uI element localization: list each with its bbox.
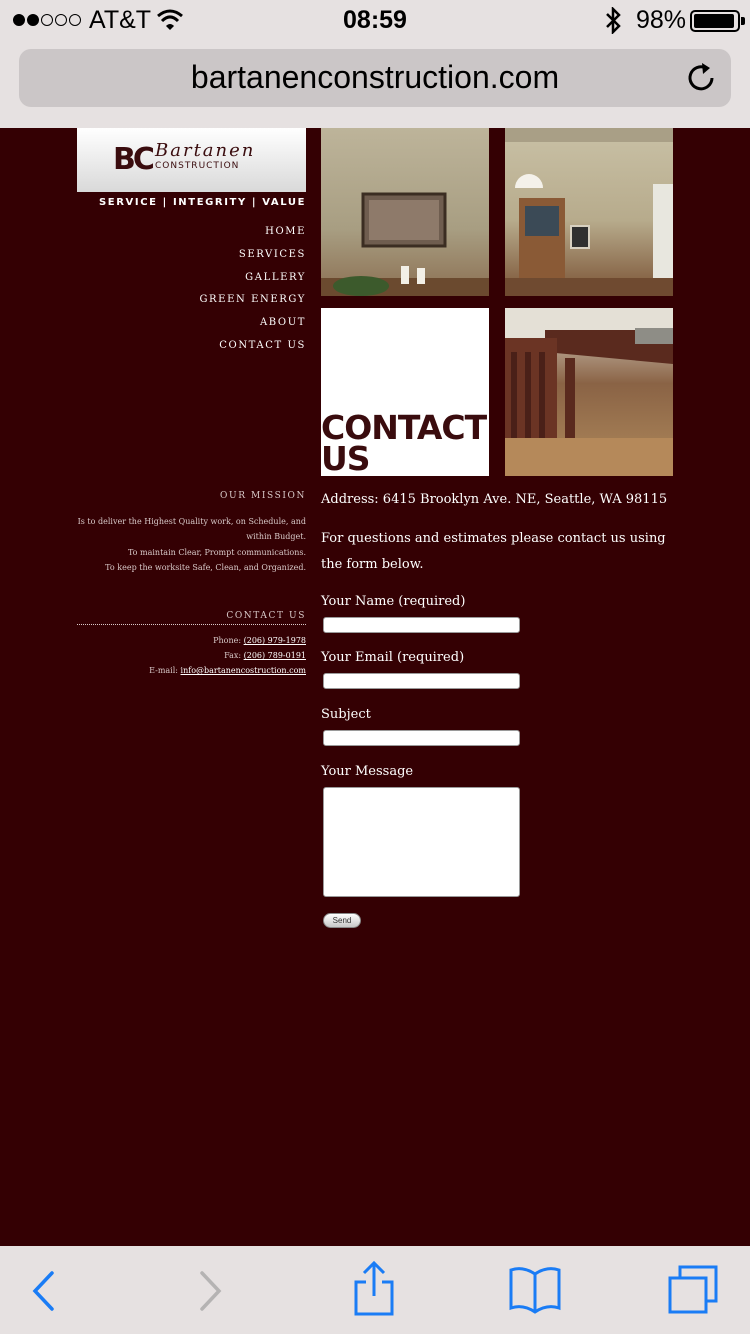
battery-icon xyxy=(690,10,740,32)
share-icon[interactable] xyxy=(352,1260,396,1318)
status-bar: AT&T 08:59 98% xyxy=(0,0,750,40)
photo-kitchen xyxy=(505,128,673,296)
photo-living-room xyxy=(321,128,489,296)
battery-tip xyxy=(741,17,745,25)
mission-text: Is to deliver the Highest Quality work, … xyxy=(77,514,306,575)
phone-label: Phone: xyxy=(213,636,242,645)
contact-us-tile: CONTACT US xyxy=(321,308,489,476)
address-bar[interactable]: bartanenconstruction.com xyxy=(19,49,731,107)
logo-initials: BC xyxy=(113,142,155,177)
contact-tile-heading: CONTACT US xyxy=(321,411,487,478)
name-field[interactable] xyxy=(323,617,520,633)
forward-icon[interactable] xyxy=(198,1270,224,1312)
contact-tile-line2: US xyxy=(321,439,371,478)
reload-icon[interactable] xyxy=(685,61,719,95)
send-button[interactable]: Send xyxy=(323,913,361,928)
mission-line: To keep the worksite Safe, Clean, and Or… xyxy=(105,562,306,572)
nav-about[interactable]: ABOUT xyxy=(77,317,306,340)
subject-field[interactable] xyxy=(323,730,520,746)
email-link[interactable]: info@bartanencostruction.com xyxy=(181,666,306,675)
site-logo[interactable]: BC Bartanen CONSTRUCTION xyxy=(77,128,306,192)
photo-dining-room xyxy=(505,308,673,476)
nav-home[interactable]: HOME xyxy=(77,226,306,249)
message-label: Your Message xyxy=(321,764,414,779)
contact-info: Phone: (206) 979-1978 Fax: (206) 789-019… xyxy=(77,633,306,678)
back-icon[interactable] xyxy=(30,1270,56,1312)
intro-text: For questions and estimates please conta… xyxy=(321,531,666,572)
phone-link[interactable]: (206) 979-1978 xyxy=(244,636,306,645)
mission-line: within Budget. xyxy=(246,532,306,542)
message-field[interactable] xyxy=(323,787,520,897)
mission-heading: OUR MISSION xyxy=(220,491,306,501)
logo-script-name: Bartanen xyxy=(155,140,256,161)
email-label: Your Email (required) xyxy=(321,650,465,665)
email-label: E-mail: xyxy=(149,666,178,675)
web-content: BC Bartanen CONSTRUCTION SERVICE | INTEG… xyxy=(0,128,750,1246)
phone-line: Phone: (206) 979-1978 xyxy=(77,633,306,648)
logo-subtitle: CONSTRUCTION xyxy=(155,161,240,171)
battery-percent: 98% xyxy=(636,6,687,34)
name-label: Your Name (required) xyxy=(321,594,466,609)
browser-toolbar xyxy=(0,1246,750,1334)
mission-line: Is to deliver the Highest Quality work, … xyxy=(77,517,306,526)
email-field[interactable] xyxy=(323,673,520,689)
bookmarks-icon[interactable] xyxy=(508,1264,562,1314)
mission-line: To maintain Clear, Prompt communications… xyxy=(127,547,306,557)
nav-gallery[interactable]: GALLERY xyxy=(77,272,306,295)
fax-line: Fax: (206) 789-0191 xyxy=(77,648,306,663)
bluetooth-icon xyxy=(606,7,621,34)
nav-services[interactable]: SERVICES xyxy=(77,249,306,272)
tagline: SERVICE | INTEGRITY | VALUE xyxy=(99,197,306,208)
nav-contact-us[interactable]: CONTACT US xyxy=(77,340,306,363)
nav-green-energy[interactable]: GREEN ENERGY xyxy=(77,294,306,317)
tabs-icon[interactable] xyxy=(666,1264,720,1316)
main-nav: HOME SERVICES GALLERY GREEN ENERGY ABOUT… xyxy=(77,226,306,363)
email-line: E-mail: info@bartanencostruction.com xyxy=(77,663,306,678)
url-text[interactable]: bartanenconstruction.com xyxy=(19,59,731,96)
contact-heading: CONTACT US xyxy=(77,611,306,625)
fax-link[interactable]: (206) 789-0191 xyxy=(244,651,306,660)
address-text: Address: 6415 Brooklyn Ave. NE, Seattle,… xyxy=(321,492,668,507)
subject-label: Subject xyxy=(321,707,371,722)
fax-label: Fax: xyxy=(224,651,242,660)
